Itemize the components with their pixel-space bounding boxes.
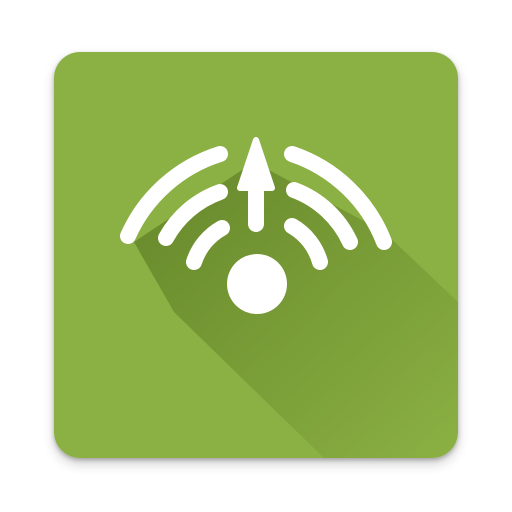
app-icon-tile[interactable] [54,52,458,458]
signal-source-dot [227,254,287,314]
app-icon-canvas [0,0,512,512]
wifi-signal-upload-icon [54,52,458,458]
